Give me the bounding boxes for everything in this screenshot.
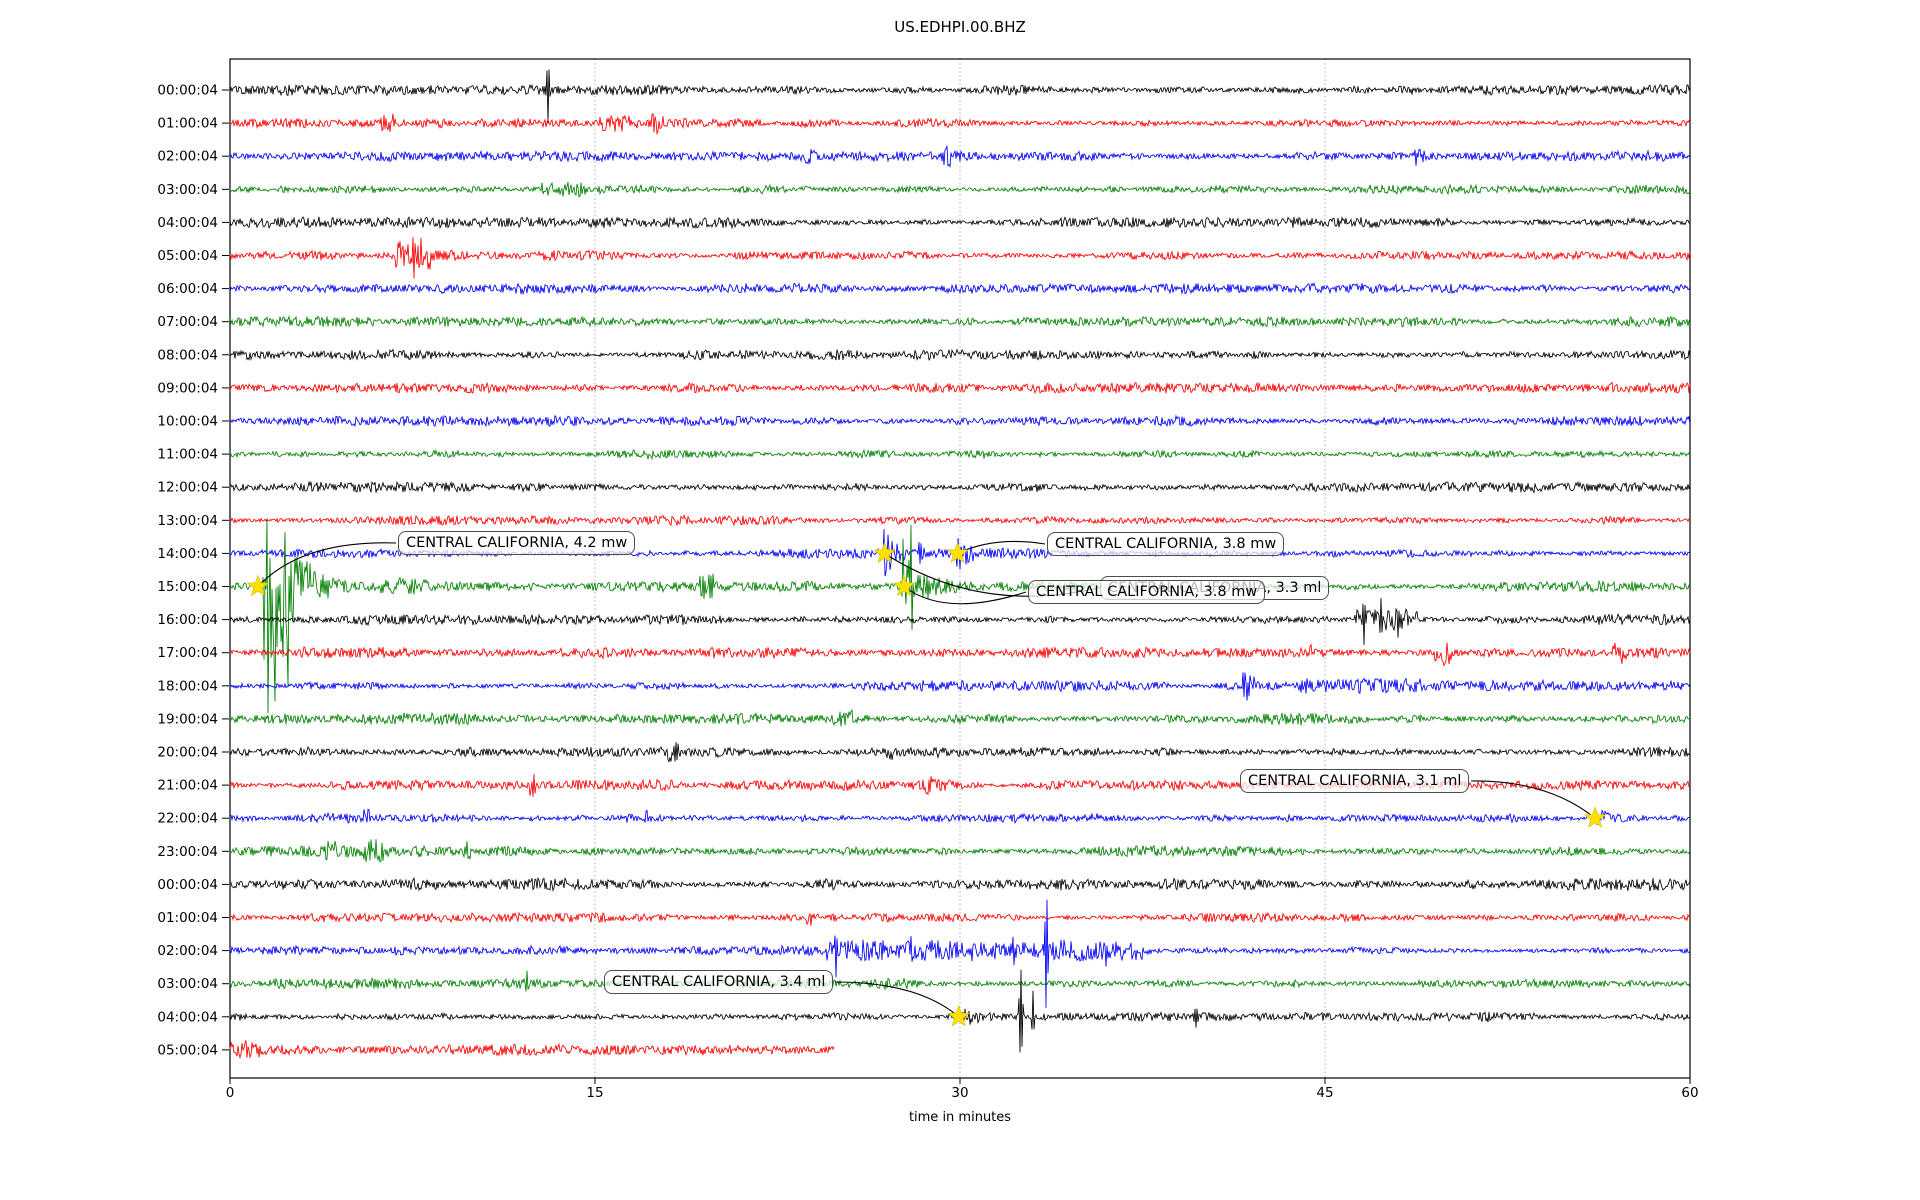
y-tick-label: 04:00:04 (157, 215, 218, 231)
y-tick-label: 01:00:04 (157, 116, 218, 132)
y-tick-label: 13:00:04 (157, 513, 218, 529)
trace-row-19 (230, 710, 1690, 726)
seismogram-plot: 00:00:04 01:00:04 02:00:04 03:00:04 04:00:04… (0, 0, 1920, 1200)
y-tick-label: 16:00:04 (157, 612, 218, 628)
trace-row-2 (230, 146, 1690, 167)
y-tick-label: 19:00:04 (157, 711, 218, 727)
y-tick-label: 14:00:04 (157, 546, 218, 562)
y-tick-label: 03:00:04 (157, 182, 218, 198)
y-tick-label: 06:00:04 (157, 281, 218, 297)
annotation-leader (258, 543, 396, 587)
y-tick-label: 11:00:04 (157, 447, 218, 463)
x-tick-label: 15 (586, 1085, 603, 1101)
y-tick-label: 02:00:04 (157, 943, 218, 959)
x-tick-label: 45 (1316, 1085, 1333, 1101)
y-tick-label: 00:00:04 (157, 83, 218, 99)
x-tick-label: 30 (951, 1085, 968, 1101)
seismogram-figure: US.EDHPI.00.BHZ 00:00:0401:00:0402:00:04… (0, 0, 1920, 1200)
y-tick-label: 07:00:04 (157, 314, 218, 330)
y-tick-label: 05:00:04 (157, 248, 218, 264)
y-tick-label: 05:00:04 (157, 1042, 218, 1058)
y-tick-label: 18:00:04 (157, 678, 218, 694)
y-tick-label: 08:00:04 (157, 347, 218, 363)
annotation-leader (835, 982, 959, 1017)
y-tick-label: 00:00:04 (157, 877, 218, 893)
y-tick-label: 04:00:04 (157, 1009, 218, 1025)
trace-row-4 (230, 217, 1690, 228)
y-tick-label: 23:00:04 (157, 844, 218, 860)
y-tick-label: 12:00:04 (157, 480, 218, 496)
trace-row-18 (230, 672, 1690, 700)
annotation-leader (1471, 781, 1595, 818)
y-tick-label: 02:00:04 (157, 149, 218, 165)
y-tick-label: 20:00:04 (157, 745, 218, 761)
y-tick-label: 01:00:04 (157, 910, 218, 926)
y-tick-label: 21:00:04 (157, 778, 218, 794)
trace-row-13 (230, 515, 1690, 525)
y-tick-label: 17:00:04 (157, 645, 218, 661)
y-tick-label: 03:00:04 (157, 976, 218, 992)
event-star-marker (948, 1006, 969, 1026)
x-tick-label: 60 (1681, 1085, 1698, 1101)
y-tick-label: 15:00:04 (157, 579, 218, 595)
event-star-marker (248, 576, 269, 596)
event-annotation: CENTRAL CALIFORNIA, 3.8 mw (1047, 532, 1284, 556)
y-tick-label: 10:00:04 (157, 414, 218, 430)
event-annotation: CENTRAL CALIFORNIA, 3.1 ml (1240, 769, 1469, 793)
event-annotation: CENTRAL CALIFORNIA, 4.2 mw (398, 531, 635, 555)
y-tick-label: 22:00:04 (157, 811, 218, 827)
event-annotation: CENTRAL CALIFORNIA, 3.4 ml (604, 970, 833, 994)
trace-row-25 (230, 913, 1690, 926)
trace-row-29 (230, 1040, 834, 1057)
x-tick-label: 0 (226, 1085, 235, 1101)
x-axis-label: time in minutes (0, 1110, 1920, 1125)
event-annotation: CENTRAL CALIFORNIA, 3.8 mw (1028, 580, 1265, 604)
y-tick-label: 09:00:04 (157, 380, 218, 396)
event-star-marker (1585, 807, 1606, 827)
